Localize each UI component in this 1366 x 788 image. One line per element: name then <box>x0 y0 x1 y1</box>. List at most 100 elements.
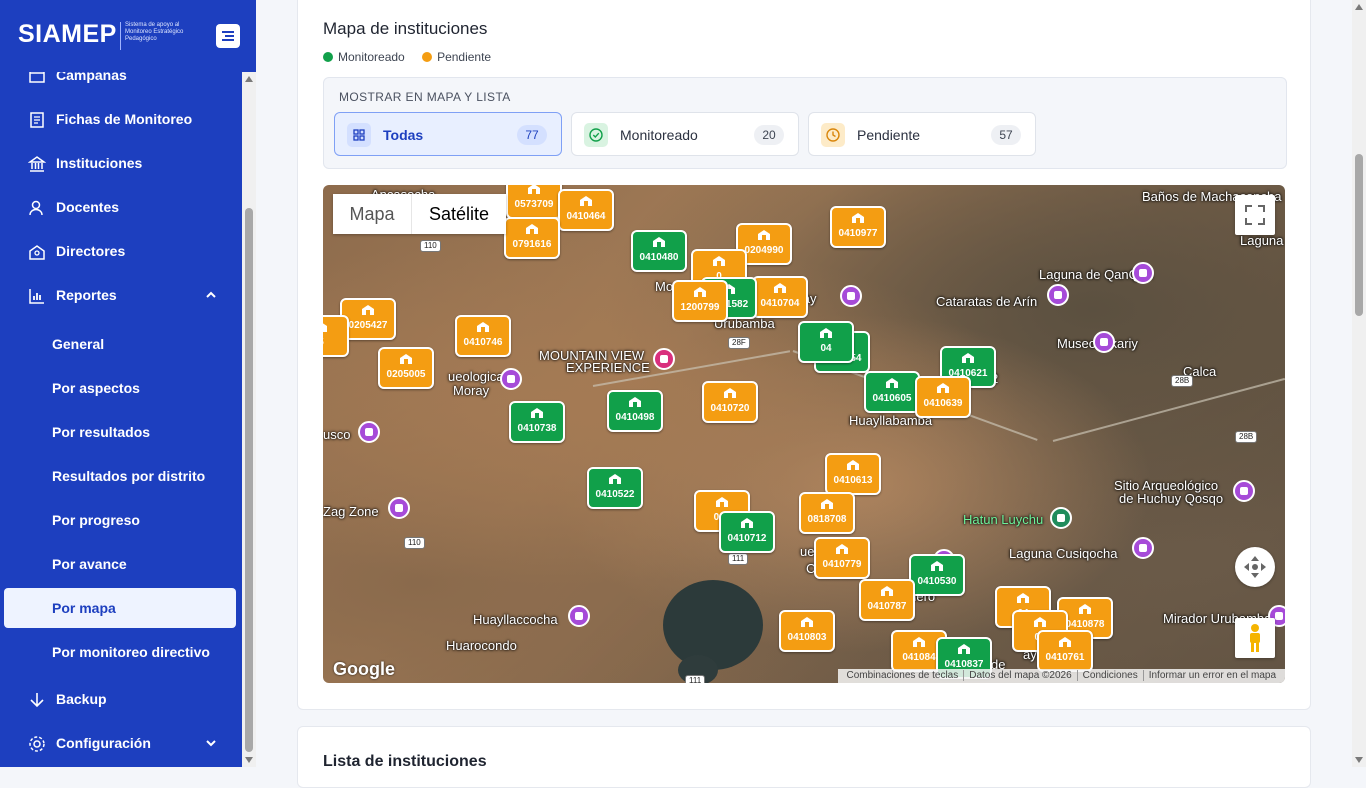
sidebar-subitem-resultados-por-distrito[interactable]: Resultados por distrito <box>4 456 236 496</box>
institution-marker[interactable]: 0573709 <box>506 185 562 219</box>
page-scrollbar-thumb[interactable] <box>1355 154 1363 316</box>
institution-marker[interactable]: 0410613 <box>825 453 881 495</box>
filter-monitoreado-button[interactable]: Monitoreado 20 <box>571 112 799 156</box>
street-view-pegman-button[interactable] <box>1235 618 1275 658</box>
school-icon <box>774 283 786 293</box>
institution-marker[interactable]: 0791616 <box>504 217 560 259</box>
sidebar-item-campanas[interactable]: Campañas <box>4 72 236 98</box>
filter-label-text: Monitoreado <box>620 127 698 143</box>
institution-marker[interactable]: 0410464 <box>558 189 614 231</box>
institutions-map[interactable]: AncasochaBaños de MachacanchaLagunaLagun… <box>323 185 1285 683</box>
sidebar-toggle-button[interactable] <box>216 24 240 48</box>
map-poi-icon[interactable] <box>388 497 410 519</box>
sidebar-subitem-por-monitoreo-directivo[interactable]: Por monitoreo directivo <box>4 632 236 672</box>
sidebar-item-backup[interactable]: Backup <box>4 678 236 722</box>
institution-marker[interactable]: 0410605 <box>864 371 920 413</box>
filter-pendiente-button[interactable]: Pendiente 57 <box>808 112 1036 156</box>
institution-marker[interactable]: 0410738 <box>509 401 565 443</box>
map-poi-icon[interactable] <box>358 421 380 443</box>
institution-marker[interactable]: 0410746 <box>455 315 511 357</box>
map-poi-icon[interactable] <box>1132 537 1154 559</box>
keyboard-shortcuts-link[interactable]: Combinaciones de teclas <box>842 670 964 681</box>
filter-todas-button[interactable]: Todas 77 <box>334 112 562 156</box>
logo-subtitle: Sistema de apoyo al Monitoreo Estratégic… <box>120 22 200 50</box>
sidebar-item-reportes[interactable]: Reportes <box>4 274 236 318</box>
institution-marker[interactable]: 0410787 <box>859 579 915 621</box>
chevron-up-icon <box>206 291 216 298</box>
map-poi-icon[interactable] <box>1047 284 1069 306</box>
institution-code: 0410639 <box>923 398 963 409</box>
camera-control-button[interactable] <box>1235 547 1275 587</box>
sidebar-subitem-por-progreso[interactable]: Por progreso <box>4 500 236 540</box>
map-poi-icon[interactable] <box>1233 480 1255 502</box>
map-poi-icon[interactable] <box>1093 331 1115 353</box>
institution-marker[interactable]: 0410712 <box>719 511 775 553</box>
sidebar-item-fichas[interactable]: Fichas de Monitoreo <box>4 98 236 142</box>
institution-marker[interactable]: 0410530 <box>909 554 965 596</box>
legend-dot-monitoreado <box>323 52 333 62</box>
institution-marker[interactable]: 0410498 <box>607 390 663 432</box>
institution-marker[interactable]: 0410704 <box>752 276 808 318</box>
sidebar-scrollbar-thumb[interactable] <box>245 208 253 752</box>
sidebar-item-instituciones[interactable]: Instituciones <box>4 142 236 186</box>
school-icon <box>580 196 592 206</box>
institution-marker[interactable]: 0818708 <box>799 492 855 534</box>
map-type-satellite-button[interactable]: Satélite <box>412 194 506 234</box>
institution-code: 1200799 <box>680 302 720 313</box>
sidebar-subitem-label: Por mapa <box>52 600 116 616</box>
sidebar-subitem-general[interactable]: General <box>4 324 236 364</box>
map-poi-icon[interactable] <box>568 605 590 627</box>
school-icon <box>713 256 725 266</box>
gear-icon <box>29 736 45 752</box>
scroll-up-arrow[interactable] <box>245 76 253 82</box>
sidebar-scrollbar[interactable] <box>242 72 256 767</box>
school-icon <box>609 474 621 484</box>
institution-marker[interactable]: 0410480 <box>631 230 687 272</box>
institution-marker[interactable]: 0410720 <box>702 381 758 423</box>
institution-code: 0410605 <box>872 393 912 404</box>
institution-marker[interactable]: 0205005 <box>378 347 434 389</box>
institution-marker[interactable]: 0410977 <box>830 206 886 248</box>
fullscreen-icon <box>1245 205 1265 225</box>
scroll-down-arrow[interactable] <box>245 757 253 763</box>
sidebar-subitem-por-avance[interactable]: Por avance <box>4 544 236 584</box>
map-poi-icon[interactable] <box>840 285 862 307</box>
institution-marker[interactable]: 5 <box>323 315 349 357</box>
map-type-map-button[interactable]: Mapa <box>333 194 412 234</box>
map-poi-icon[interactable] <box>500 368 522 390</box>
scroll-down-arrow[interactable] <box>1355 757 1363 763</box>
institution-marker[interactable]: 0410639 <box>915 376 971 418</box>
institution-marker[interactable]: 0410522 <box>587 467 643 509</box>
sidebar-item-docentes[interactable]: Docentes <box>4 186 236 230</box>
fullscreen-button[interactable] <box>1235 195 1275 235</box>
scroll-up-arrow[interactable] <box>1355 4 1363 10</box>
sidebar-item-configuracion[interactable]: Configuración <box>4 722 236 766</box>
institution-marker[interactable]: 0410761 <box>1037 630 1093 672</box>
institution-marker[interactable]: 04 <box>798 321 854 363</box>
institution-marker[interactable]: 0410779 <box>814 537 870 579</box>
map-place-label: Huarocondo <box>446 638 517 653</box>
sidebar-subitem-por-mapa[interactable]: Por mapa <box>4 588 236 628</box>
logo: SIAMEP <box>18 20 117 48</box>
sidebar-item-directores[interactable]: Directores <box>4 230 236 274</box>
institution-code: 0818708 <box>807 514 847 525</box>
school-icon <box>801 617 813 627</box>
map-poi-icon[interactable] <box>1050 507 1072 529</box>
map-place-label: Huayllaccocha <box>473 612 558 627</box>
page-scrollbar[interactable] <box>1352 0 1366 767</box>
institution-marker[interactable]: 1200799 <box>672 280 728 322</box>
sidebar-item-label: Backup <box>56 691 107 707</box>
map-place-label: EXPERIENCE <box>566 360 650 375</box>
institution-marker[interactable]: 0410803 <box>779 610 835 652</box>
arrow-down-icon <box>30 693 44 708</box>
institution-code: 0410464 <box>566 211 606 222</box>
report-error-link[interactable]: Informar un error en el mapa <box>1142 670 1281 681</box>
map-poi-icon[interactable] <box>653 348 675 370</box>
sidebar-subitem-por-aspectos[interactable]: Por aspectos <box>4 368 236 408</box>
terms-link[interactable]: Condiciones <box>1076 670 1143 681</box>
legend-label: Pendiente <box>437 50 492 64</box>
school-icon <box>937 383 949 393</box>
sidebar-subitem-por-resultados[interactable]: Por resultados <box>4 412 236 452</box>
bank-icon <box>28 156 46 172</box>
map-poi-icon[interactable] <box>1132 262 1154 284</box>
